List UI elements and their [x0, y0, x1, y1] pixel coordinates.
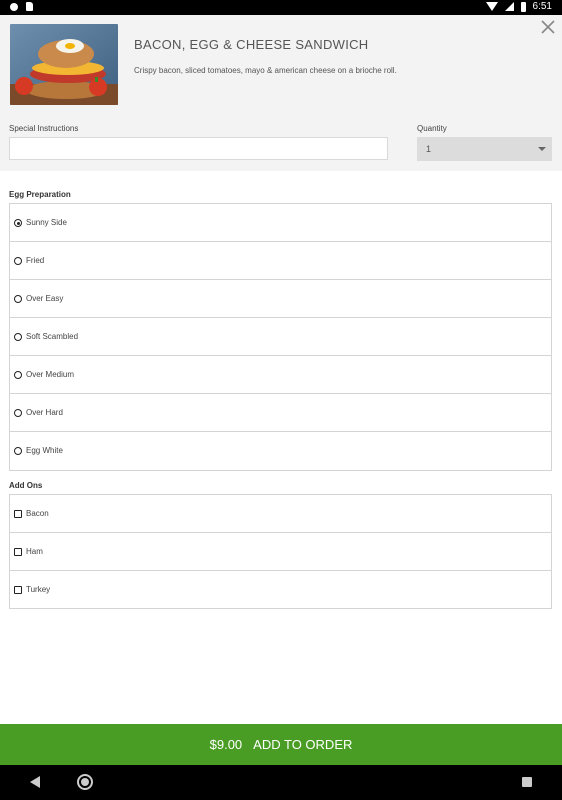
special-instructions-label: Special Instructions	[9, 124, 79, 133]
cell-signal-icon	[504, 2, 514, 11]
radio-icon[interactable]	[14, 333, 22, 341]
add-on-option[interactable]: Ham	[10, 533, 551, 571]
checkbox-icon[interactable]	[14, 548, 22, 556]
nav-home-icon[interactable]	[77, 774, 93, 790]
egg-option[interactable]: Fried	[10, 242, 551, 280]
add-on-option[interactable]: Bacon	[10, 495, 551, 533]
egg-option[interactable]: Over Medium	[10, 356, 551, 394]
close-icon[interactable]	[540, 19, 556, 35]
battery-icon	[520, 1, 526, 12]
egg-option[interactable]: Over Easy	[10, 280, 551, 318]
egg-option[interactable]: Egg White	[10, 432, 551, 470]
item-header: BACON, EGG & CHEESE SANDWICH Crispy baco…	[0, 15, 562, 171]
wifi-icon	[485, 2, 498, 11]
egg-option[interactable]: Over Hard	[10, 394, 551, 432]
notification-dot-icon	[10, 2, 18, 11]
quantity-value: 1	[426, 144, 432, 154]
status-bar: 6:51	[0, 0, 562, 15]
checkbox-icon[interactable]	[14, 586, 22, 594]
status-time: 6:51	[532, 1, 552, 12]
egg-option[interactable]: Soft Scambled	[10, 318, 551, 356]
egg-preparation-group: Sunny Side Fried Over Easy Soft Scambled…	[9, 203, 552, 471]
radio-icon[interactable]	[14, 371, 22, 379]
nav-back-icon[interactable]	[30, 776, 40, 788]
quantity-select[interactable]: 1	[417, 137, 552, 161]
order-label: ADD TO ORDER	[253, 737, 353, 752]
egg-preparation-label: Egg Preparation	[9, 190, 71, 199]
egg-option[interactable]: Sunny Side	[10, 204, 551, 242]
radio-icon[interactable]	[14, 295, 22, 303]
item-description: Crispy bacon, sliced tomatoes, mayo & am…	[134, 66, 397, 75]
order-price: $9.00	[209, 737, 243, 752]
navigation-bar	[0, 765, 562, 800]
item-photo	[10, 24, 118, 105]
add-ons-label: Add Ons	[9, 481, 43, 490]
dropdown-arrow-icon	[538, 147, 546, 151]
sd-card-icon	[26, 2, 33, 11]
radio-icon[interactable]	[14, 409, 22, 417]
add-to-order-button[interactable]: $9.00 ADD TO ORDER	[0, 724, 562, 765]
item-title: BACON, EGG & CHEESE SANDWICH	[134, 37, 369, 52]
nav-recents-icon[interactable]	[522, 777, 532, 787]
special-instructions-input[interactable]	[9, 137, 388, 160]
checkbox-icon[interactable]	[14, 510, 22, 518]
add-on-option[interactable]: Turkey	[10, 571, 551, 609]
radio-selected-icon[interactable]	[14, 219, 22, 227]
quantity-label: Quantity	[417, 124, 447, 133]
radio-icon[interactable]	[14, 447, 22, 455]
add-ons-group: Bacon Ham Turkey	[9, 494, 552, 609]
radio-icon[interactable]	[14, 257, 22, 265]
